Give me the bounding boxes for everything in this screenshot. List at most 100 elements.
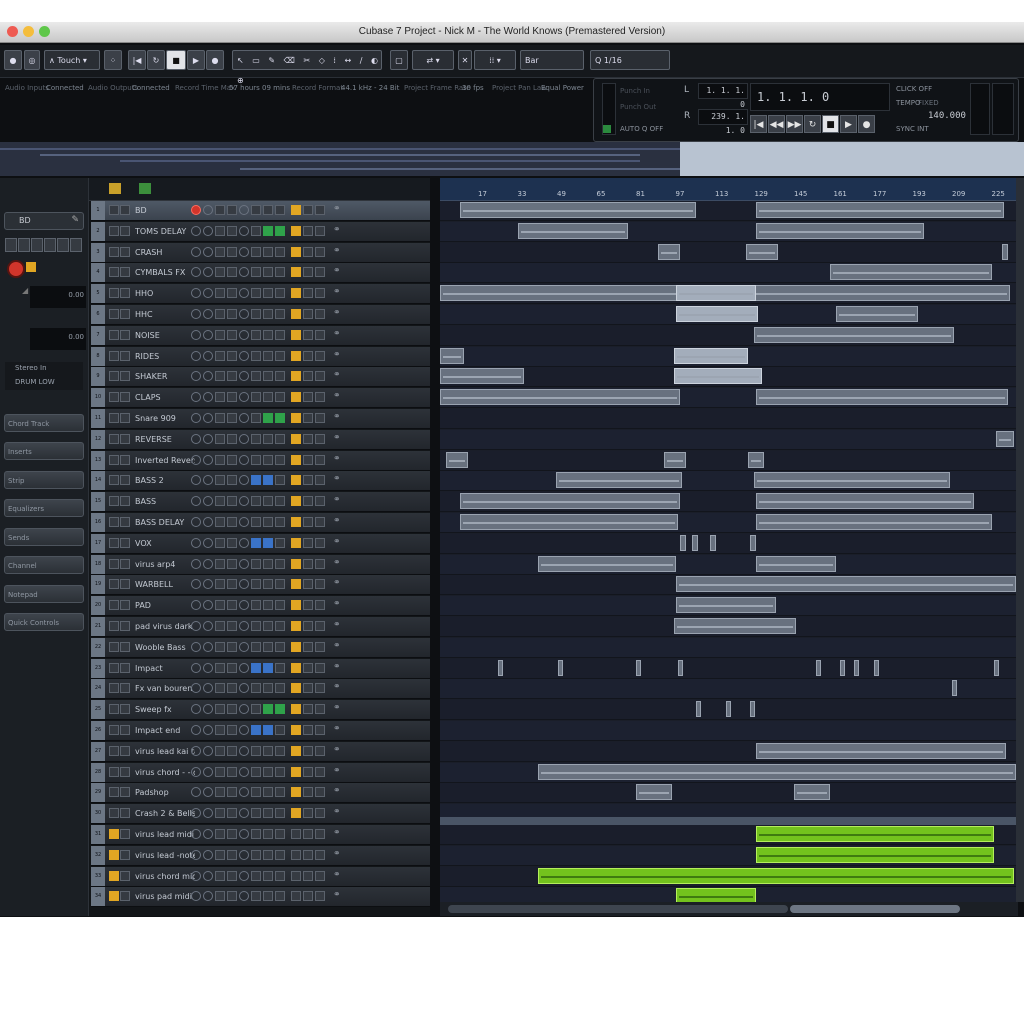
mute-button[interactable] (109, 205, 119, 215)
track-lane[interactable] (440, 513, 1018, 533)
monitor-button[interactable] (203, 787, 213, 798)
read-automation-button[interactable] (215, 849, 225, 860)
audio-event[interactable] (498, 659, 503, 676)
track-lane[interactable] (440, 429, 1018, 450)
timebase-button[interactable] (303, 787, 313, 798)
timebase-button[interactable] (303, 579, 313, 590)
record-enable-button[interactable] (191, 808, 201, 819)
write-automation-button[interactable] (227, 808, 237, 819)
track-name[interactable]: Padshop (135, 783, 195, 802)
edit-channel-button[interactable] (239, 579, 249, 590)
track-link-icon[interactable]: ⚭ (333, 890, 341, 900)
read-automation-button[interactable] (215, 454, 225, 465)
edit-channel-button[interactable] (239, 683, 249, 694)
track-lane[interactable] (440, 409, 1018, 429)
track-row[interactable]: 6 HHC ⚭ (91, 305, 430, 325)
grid-type-select[interactable]: ⁞⁞ ▾ (474, 50, 516, 70)
insert-slot-1[interactable] (251, 558, 261, 569)
insert-slot-3[interactable] (275, 787, 285, 798)
audio-event[interactable] (696, 701, 701, 718)
track-link-icon[interactable]: ⚭ (333, 620, 341, 630)
autoscroll-button[interactable]: ▢ (390, 50, 408, 70)
folder-button[interactable] (315, 205, 325, 215)
insert-slot-2[interactable] (263, 600, 273, 611)
edit-channel-button[interactable] (239, 829, 249, 839)
insert-slot-1[interactable] (251, 225, 261, 236)
insert-slot-1[interactable] (251, 246, 261, 257)
edit-channel-button[interactable] (239, 517, 249, 527)
transport-record-button[interactable]: ● (858, 115, 875, 133)
mute-button[interactable] (109, 225, 119, 236)
track-row[interactable]: 4 CYMBALS FX ⚭ (91, 263, 430, 284)
track-link-icon[interactable]: ⚭ (333, 266, 341, 276)
inspector-tab-quick-controls[interactable]: Quick Controls (4, 613, 84, 631)
record-enable-button[interactable] (191, 537, 201, 548)
lane-toggle-button[interactable] (291, 891, 301, 902)
timebase-button[interactable] (303, 662, 313, 673)
write-button[interactable] (44, 238, 56, 252)
timebase-button[interactable] (303, 433, 313, 444)
audio-event[interactable] (840, 659, 845, 676)
write-automation-button[interactable] (227, 558, 237, 569)
insert-slot-1[interactable] (251, 787, 261, 798)
record-enable-icon[interactable] (7, 260, 25, 278)
solo-button[interactable] (120, 704, 130, 715)
timebase-button[interactable] (303, 704, 313, 715)
monitor-button[interactable] (203, 683, 213, 694)
midi-part[interactable] (538, 867, 1014, 884)
right-locator-display[interactable]: 239. 1. 1. 0 (698, 109, 748, 135)
read-automation-button[interactable] (215, 517, 225, 527)
read-automation-button[interactable] (215, 725, 225, 735)
lane-toggle-button[interactable] (291, 621, 301, 631)
write-automation-button[interactable] (227, 329, 237, 340)
insert-slot-2[interactable] (263, 891, 273, 902)
mute-button[interactable] (109, 683, 119, 694)
scroll-thumb[interactable] (448, 905, 788, 913)
edit-channel-button[interactable] (239, 662, 249, 673)
read-automation-button[interactable] (215, 787, 225, 798)
insert-slot-3[interactable] (275, 683, 285, 694)
audio-event[interactable] (678, 659, 683, 676)
track-lane[interactable] (440, 492, 1018, 513)
record-enable-button[interactable] (191, 870, 201, 881)
track-link-icon[interactable]: ⚭ (333, 641, 341, 651)
monitor-button[interactable] (203, 766, 213, 777)
track-link-icon[interactable]: ⚭ (333, 225, 341, 235)
insert-slot-2[interactable] (263, 808, 273, 819)
mute-button[interactable] (109, 329, 119, 340)
solo-button[interactable] (120, 849, 130, 860)
record-enable-button[interactable] (191, 413, 201, 423)
record-enable-button[interactable] (191, 829, 201, 839)
mute-button[interactable] (109, 621, 119, 631)
insert-slot-1[interactable] (251, 704, 261, 715)
track-name[interactable]: NOISE (135, 326, 195, 345)
insert-slot-3[interactable] (275, 704, 285, 715)
audio-event[interactable] (676, 285, 756, 302)
insert-slot-1[interactable] (251, 329, 261, 340)
track-lane[interactable] (440, 637, 1018, 658)
track-row[interactable]: 28 virus chord - - c ⚭ (91, 762, 430, 783)
insert-slot-2[interactable] (263, 267, 273, 278)
edit-channel-button[interactable] (239, 288, 249, 299)
track-link-icon[interactable]: ⚭ (333, 786, 341, 796)
track-name[interactable]: virus lead kai ta 2 (135, 742, 195, 761)
solo-button[interactable] (120, 745, 130, 756)
track-lane[interactable] (440, 554, 1018, 575)
record-enable-button[interactable] (191, 704, 201, 715)
audio-event[interactable] (756, 222, 924, 239)
write-automation-button[interactable] (227, 787, 237, 798)
audio-event[interactable] (440, 389, 680, 406)
inspector-tab-equalizers[interactable]: Equalizers (4, 499, 84, 517)
audio-event[interactable] (756, 742, 1006, 759)
edit-channel-button[interactable] (239, 246, 249, 257)
insert-slot-2[interactable] (263, 288, 273, 299)
insert-slot-1[interactable] (251, 309, 261, 319)
track-lane[interactable] (440, 658, 1018, 679)
track-link-icon[interactable]: ⚭ (333, 745, 341, 755)
monitor-button[interactable] (203, 205, 213, 215)
monitor-button[interactable] (203, 371, 213, 382)
solo-button[interactable] (120, 475, 130, 486)
insert-slot-3[interactable] (275, 413, 285, 423)
track-row[interactable]: 19 WARBELL ⚭ (91, 575, 430, 596)
record-enable-button[interactable] (191, 662, 201, 673)
